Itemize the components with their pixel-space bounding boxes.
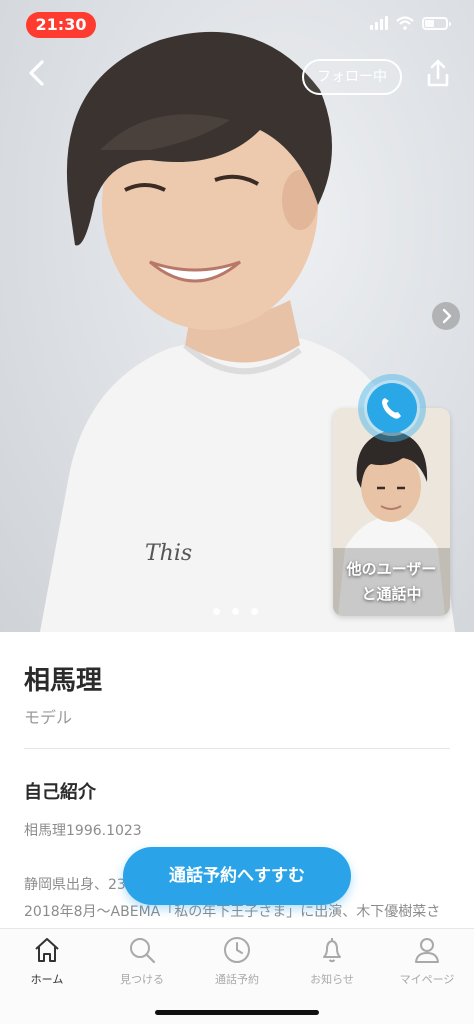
profile-role: モデル bbox=[24, 708, 73, 727]
next-photo-button[interactable] bbox=[432, 302, 460, 330]
clock-icon bbox=[224, 937, 250, 963]
page-dot bbox=[232, 608, 239, 615]
wifi-icon bbox=[396, 16, 414, 30]
tab-label: マイページ bbox=[399, 973, 455, 986]
page-dot bbox=[251, 608, 258, 615]
svg-text:This: This bbox=[145, 541, 192, 566]
bio-line: 相馬理1996.1023 bbox=[24, 823, 142, 839]
call-button[interactable] bbox=[367, 383, 417, 433]
tab-mypage[interactable]: マイページ bbox=[380, 935, 474, 995]
tab-home[interactable]: ホーム bbox=[0, 935, 94, 995]
reserve-call-button[interactable]: 通話予約へすすむ bbox=[123, 847, 351, 905]
search-icon bbox=[130, 938, 156, 964]
call-status-line2: と通話中 bbox=[361, 585, 422, 603]
home-indicator bbox=[155, 1010, 319, 1015]
following-button[interactable]: フォロー中 bbox=[302, 59, 402, 95]
profile-name: 相馬理 bbox=[24, 666, 103, 696]
bio-line: 静岡県出身、23 bbox=[24, 877, 126, 893]
tab-label: 見つける bbox=[120, 973, 164, 986]
call-status-line1: 他のユーザー bbox=[346, 560, 437, 578]
divider bbox=[24, 748, 450, 749]
cellular-signal-icon bbox=[370, 16, 388, 30]
bell-icon bbox=[323, 938, 341, 963]
status-time: 21:30 bbox=[26, 12, 96, 38]
carousel-pagination bbox=[213, 608, 258, 615]
home-icon bbox=[35, 938, 59, 962]
page-dot bbox=[213, 608, 220, 615]
tab-notifications[interactable]: お知らせ bbox=[285, 935, 379, 995]
status-icons bbox=[370, 16, 451, 30]
battery-icon bbox=[422, 16, 451, 30]
phone-icon bbox=[382, 398, 401, 419]
tab-reservations[interactable]: 通話予約 bbox=[190, 935, 284, 995]
tab-discover[interactable]: 見つける bbox=[95, 935, 189, 995]
bio-section-title: 自己紹介 bbox=[24, 782, 96, 803]
share-icon[interactable] bbox=[423, 58, 453, 90]
user-icon bbox=[415, 938, 439, 963]
tab-label: お知らせ bbox=[310, 973, 354, 986]
chevron-right-icon bbox=[442, 308, 452, 324]
status-bar: 21:30 bbox=[0, 0, 474, 50]
tab-label: 通話予約 bbox=[215, 973, 259, 986]
tab-label: ホーム bbox=[30, 973, 64, 986]
back-button[interactable] bbox=[22, 58, 52, 88]
